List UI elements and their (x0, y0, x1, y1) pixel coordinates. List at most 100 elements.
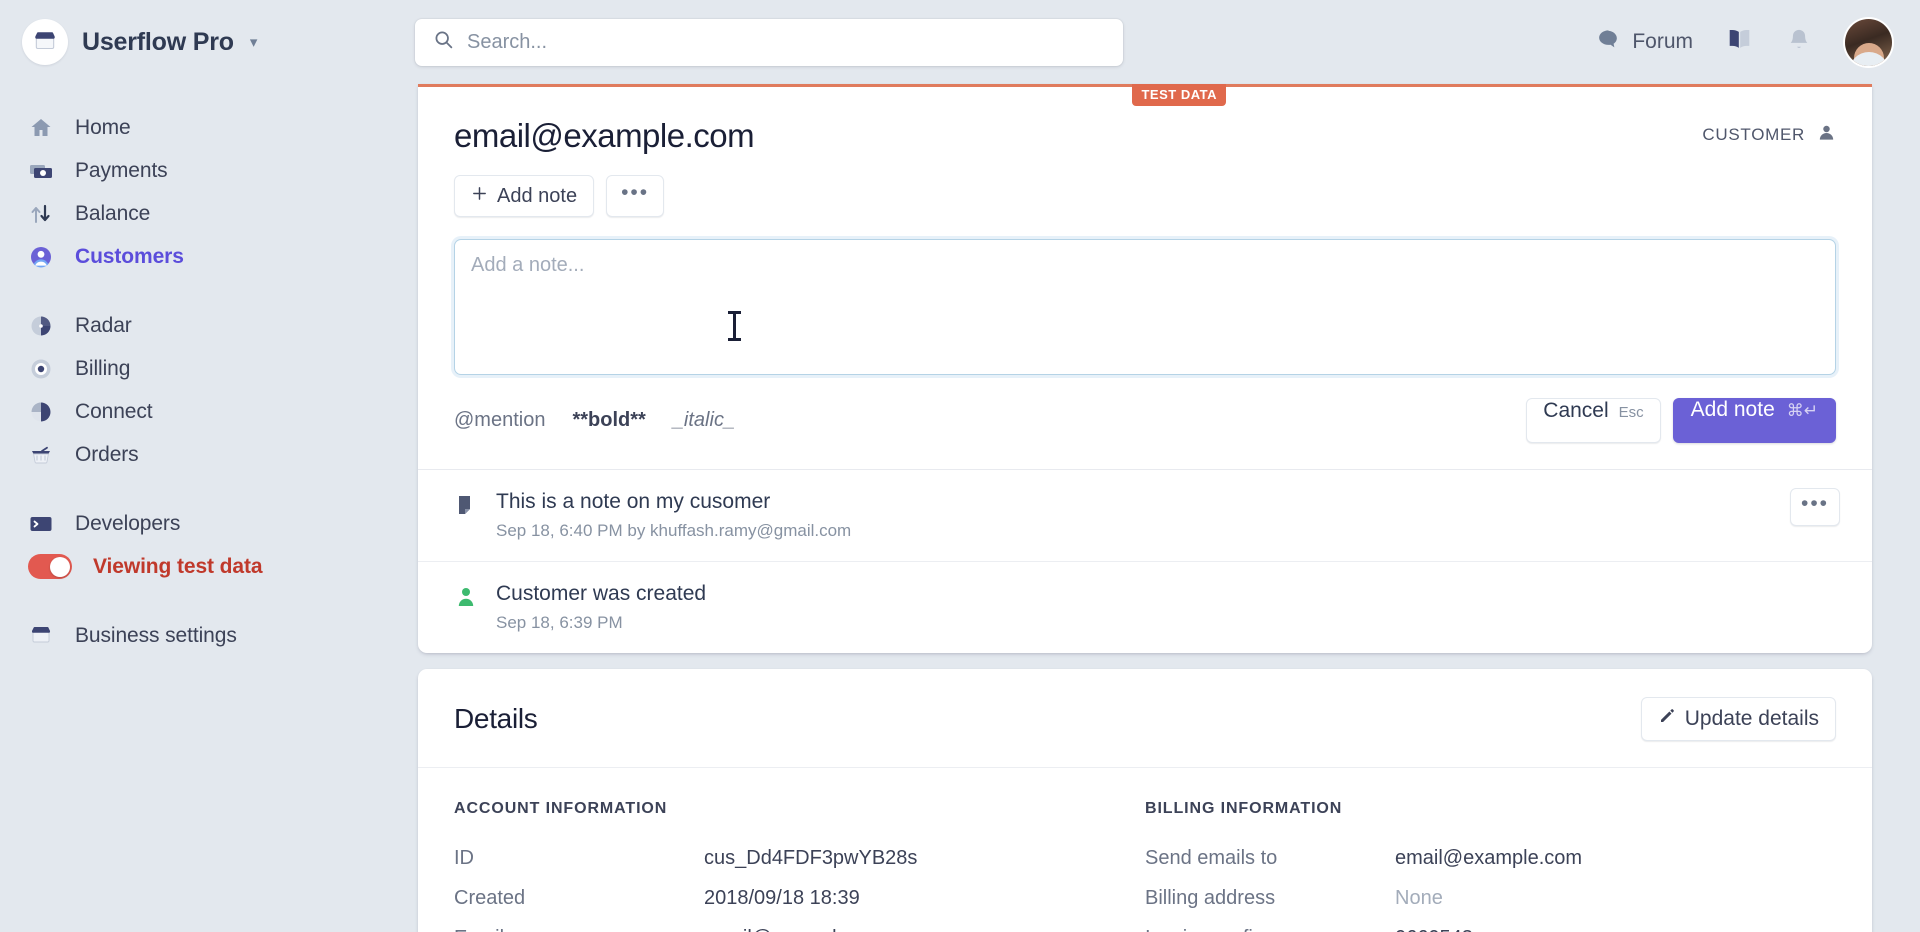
detail-value: email@example.com (1395, 846, 1583, 869)
detail-value: email@example.com (704, 927, 891, 932)
timeline-item-title: This is a note on my cusomer (496, 490, 771, 513)
add-note-label: Add note (497, 184, 578, 207)
update-details-button[interactable]: Update details (1640, 697, 1836, 741)
details-body: ACCOUNT INFORMATION ID cus_Dd4FDF3pwYB28… (418, 768, 1872, 932)
sidebar-item-label: Payments (75, 158, 168, 182)
detail-value: None (1395, 886, 1443, 909)
brand-name: Userflow Pro (82, 27, 234, 56)
plus-icon (471, 185, 488, 208)
customer-card: TEST DATA email@example.com CUSTOMER Add… (418, 84, 1872, 653)
cancel-label: Cancel (1543, 399, 1609, 422)
book-icon[interactable] (1726, 26, 1753, 58)
nav-divider (0, 278, 410, 304)
sidebar-item-business-settings[interactable]: Business settings (0, 614, 410, 657)
nav-group-products: Radar Billing Connect Orders (0, 304, 410, 476)
nav-divider (0, 588, 410, 614)
detail-key: Created (454, 886, 526, 909)
chat-bubble-icon (1596, 27, 1621, 57)
home-icon (28, 115, 54, 141)
note-editor (418, 217, 1872, 380)
sidebar-item-balance[interactable]: Balance (0, 192, 410, 235)
sidebar-item-developers[interactable]: Developers (0, 502, 410, 545)
details-card: Details Update details ACCOUNT INFORMATI… (418, 669, 1872, 932)
chevron-down-icon[interactable]: ▾ (250, 33, 258, 51)
test-data-toggle[interactable]: Viewing test data (0, 545, 410, 588)
person-icon (1817, 123, 1836, 147)
sidebar-item-radar[interactable]: Radar (0, 304, 410, 347)
nav-group-developers: Developers Viewing test data Business se… (0, 502, 410, 657)
nav-group-primary: Home Payments Balance Customers (0, 106, 410, 278)
note-icon (454, 490, 480, 522)
timeline-item-body: Customer was created Sep 18, 6:39 PM (496, 582, 706, 633)
detail-key: Email (454, 927, 704, 932)
detail-row: ID cus_Dd4FDF3pwYB28s (454, 838, 1145, 878)
topbar: Forum (410, 0, 1920, 84)
timeline-item: This is a note on my cusomer Sep 18, 6:4… (418, 470, 1872, 561)
sidebar-item-label: Connect (75, 399, 153, 423)
page-title: email@example.com (454, 117, 755, 154)
app-root: Userflow Pro ▾ Home Payments Balance Cus… (0, 0, 1920, 932)
update-details-label: Update details (1684, 707, 1819, 730)
text-cursor (728, 311, 741, 341)
nav-divider (0, 476, 410, 502)
forum-button[interactable]: Forum (1596, 27, 1693, 57)
topbar-actions: Forum (1596, 18, 1920, 66)
sidebar-item-connect[interactable]: Connect (0, 390, 410, 433)
timeline-item-title: Customer was created (496, 582, 707, 605)
customer-actions: Add note ••• (454, 175, 1836, 217)
note-editor-actions: Cancel Esc Add note ⌘↵ (1526, 398, 1836, 443)
hint-mention: @mention (454, 409, 546, 431)
timeline-item: Customer was created Sep 18, 6:39 PM (418, 561, 1872, 653)
detail-row: Invoice prefix 0660543 (1145, 918, 1836, 932)
hint-italic: _italic_ (672, 409, 736, 431)
billing-information-column: BILLING INFORMATION Send emails to email… (1145, 800, 1836, 932)
note-editor-footer: @mention **bold** _italic_ Cancel Esc Ad… (418, 380, 1872, 469)
sidebar-item-billing[interactable]: Billing (0, 347, 410, 390)
detail-value: 2018/09/18 18:39 (704, 886, 860, 909)
submit-note-shortcut: ⌘↵ (1786, 401, 1818, 420)
submit-note-button[interactable]: Add note ⌘↵ (1672, 398, 1836, 443)
radar-icon (28, 313, 54, 339)
sidebar-item-label: Customers (75, 244, 184, 268)
storefront-icon (28, 623, 54, 649)
payments-icon (28, 158, 54, 184)
bell-icon[interactable] (1786, 27, 1812, 58)
detail-key: Invoice prefix (1145, 927, 1395, 932)
brand-switcher[interactable]: Userflow Pro ▾ (0, 0, 410, 84)
account-information-heading: ACCOUNT INFORMATION (454, 800, 668, 817)
detail-key: ID (454, 846, 474, 869)
timeline-item-menu-button[interactable]: ••• (1790, 488, 1840, 526)
main-content: TEST DATA email@example.com CUSTOMER Add… (410, 0, 1920, 932)
add-note-button[interactable]: Add note (454, 175, 595, 217)
note-input[interactable] (454, 239, 1836, 375)
sidebar-item-home[interactable]: Home (0, 106, 410, 149)
toggle-switch[interactable] (28, 554, 72, 579)
customer-type-badge: CUSTOMER (1702, 123, 1836, 147)
terminal-icon (28, 511, 54, 537)
search-icon (433, 29, 454, 55)
cancel-button[interactable]: Cancel Esc (1526, 398, 1661, 443)
billing-icon (28, 356, 54, 382)
detail-key: Billing address (1145, 886, 1276, 909)
ellipsis-icon: ••• (621, 180, 650, 204)
detail-row: Send emails to email@example.com (1145, 838, 1836, 878)
sidebar-item-label: Radar (75, 313, 132, 337)
search-box[interactable] (415, 18, 1123, 66)
sidebar-item-customers[interactable]: Customers (0, 235, 410, 278)
search-input[interactable] (467, 30, 1105, 54)
customer-more-button[interactable]: ••• (606, 175, 665, 217)
detail-row: Billing address None (1145, 878, 1836, 918)
sidebar-item-payments[interactable]: Payments (0, 149, 410, 192)
sidebar-item-label: Business settings (75, 623, 237, 647)
person-green-icon (454, 582, 480, 614)
detail-row: Created 2018/09/18 18:39 (454, 878, 1145, 918)
sidebar-item-label: Developers (75, 511, 181, 535)
storefront-icon (22, 19, 68, 65)
sidebar-item-label: Balance (75, 201, 151, 225)
customer-card-header: email@example.com CUSTOMER Add note ••• (418, 87, 1872, 217)
details-title: Details (454, 703, 538, 734)
customers-icon (28, 244, 54, 270)
submit-note-label: Add note (1690, 398, 1775, 421)
avatar[interactable] (1845, 18, 1892, 66)
sidebar-item-orders[interactable]: Orders (0, 433, 410, 476)
